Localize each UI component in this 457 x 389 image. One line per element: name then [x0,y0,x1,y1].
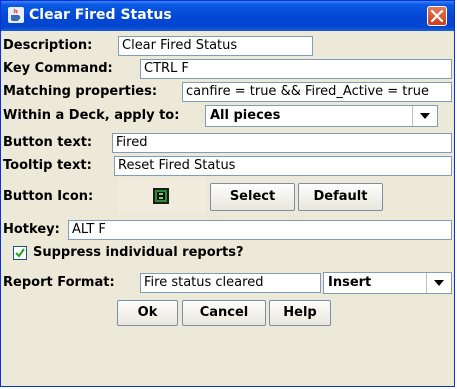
matching-properties-field[interactable]: canfire = true && Fired_Active = true [182,82,452,102]
suppress-reports-checkbox[interactable] [13,246,27,260]
chevron-down-icon [420,113,430,119]
button-icon-label: Button Icon: [3,189,94,204]
description-field[interactable]: Clear Fired Status [118,36,313,56]
window-title: Clear Fired Status [29,7,172,23]
select-button[interactable]: Select [210,183,295,211]
chevron-down-icon [434,280,444,286]
title-bar[interactable]: Clear Fired Status [1,1,454,31]
button-text-field[interactable]: Fired [112,133,452,153]
dialog-window: Clear Fired Status Description: Clear Fi… [0,0,455,387]
button-icon-preview [118,179,206,213]
deck-apply-arrow[interactable] [412,106,437,126]
hotkey-field[interactable]: ALT F [68,220,452,240]
ok-button[interactable]: Ok [117,300,178,326]
key-command-field[interactable]: CTRL F [140,59,452,79]
tooltip-text-field[interactable]: Reset Fired Status [114,156,452,176]
report-format-field[interactable]: Fire status cleared [140,273,321,293]
matching-properties-label: Matching properties: [3,84,158,99]
default-button[interactable]: Default [298,183,383,211]
close-icon [431,10,443,22]
insert-arrow[interactable] [426,273,451,293]
report-format-label: Report Format: [3,275,115,290]
close-button[interactable] [427,6,447,26]
key-command-label: Key Command: [3,61,113,76]
deck-apply-dropdown[interactable]: All pieces [205,105,438,127]
counter-icon [153,188,169,204]
hotkey-label: Hotkey: [3,222,60,237]
report-format-insert-dropdown[interactable]: Insert [323,272,452,294]
java-coffee-icon [8,7,24,23]
cancel-button[interactable]: Cancel [182,300,266,326]
tooltip-text-label: Tooltip text: [3,158,92,173]
deck-apply-value: All pieces [210,108,281,123]
description-label: Description: [3,38,93,53]
checkmark-icon [15,248,25,258]
suppress-reports-label: Suppress individual reports? [33,245,244,260]
deck-apply-label: Within a Deck, apply to: [3,108,180,123]
help-button[interactable]: Help [269,300,331,326]
button-text-label: Button text: [3,135,93,150]
insert-value: Insert [328,275,372,290]
